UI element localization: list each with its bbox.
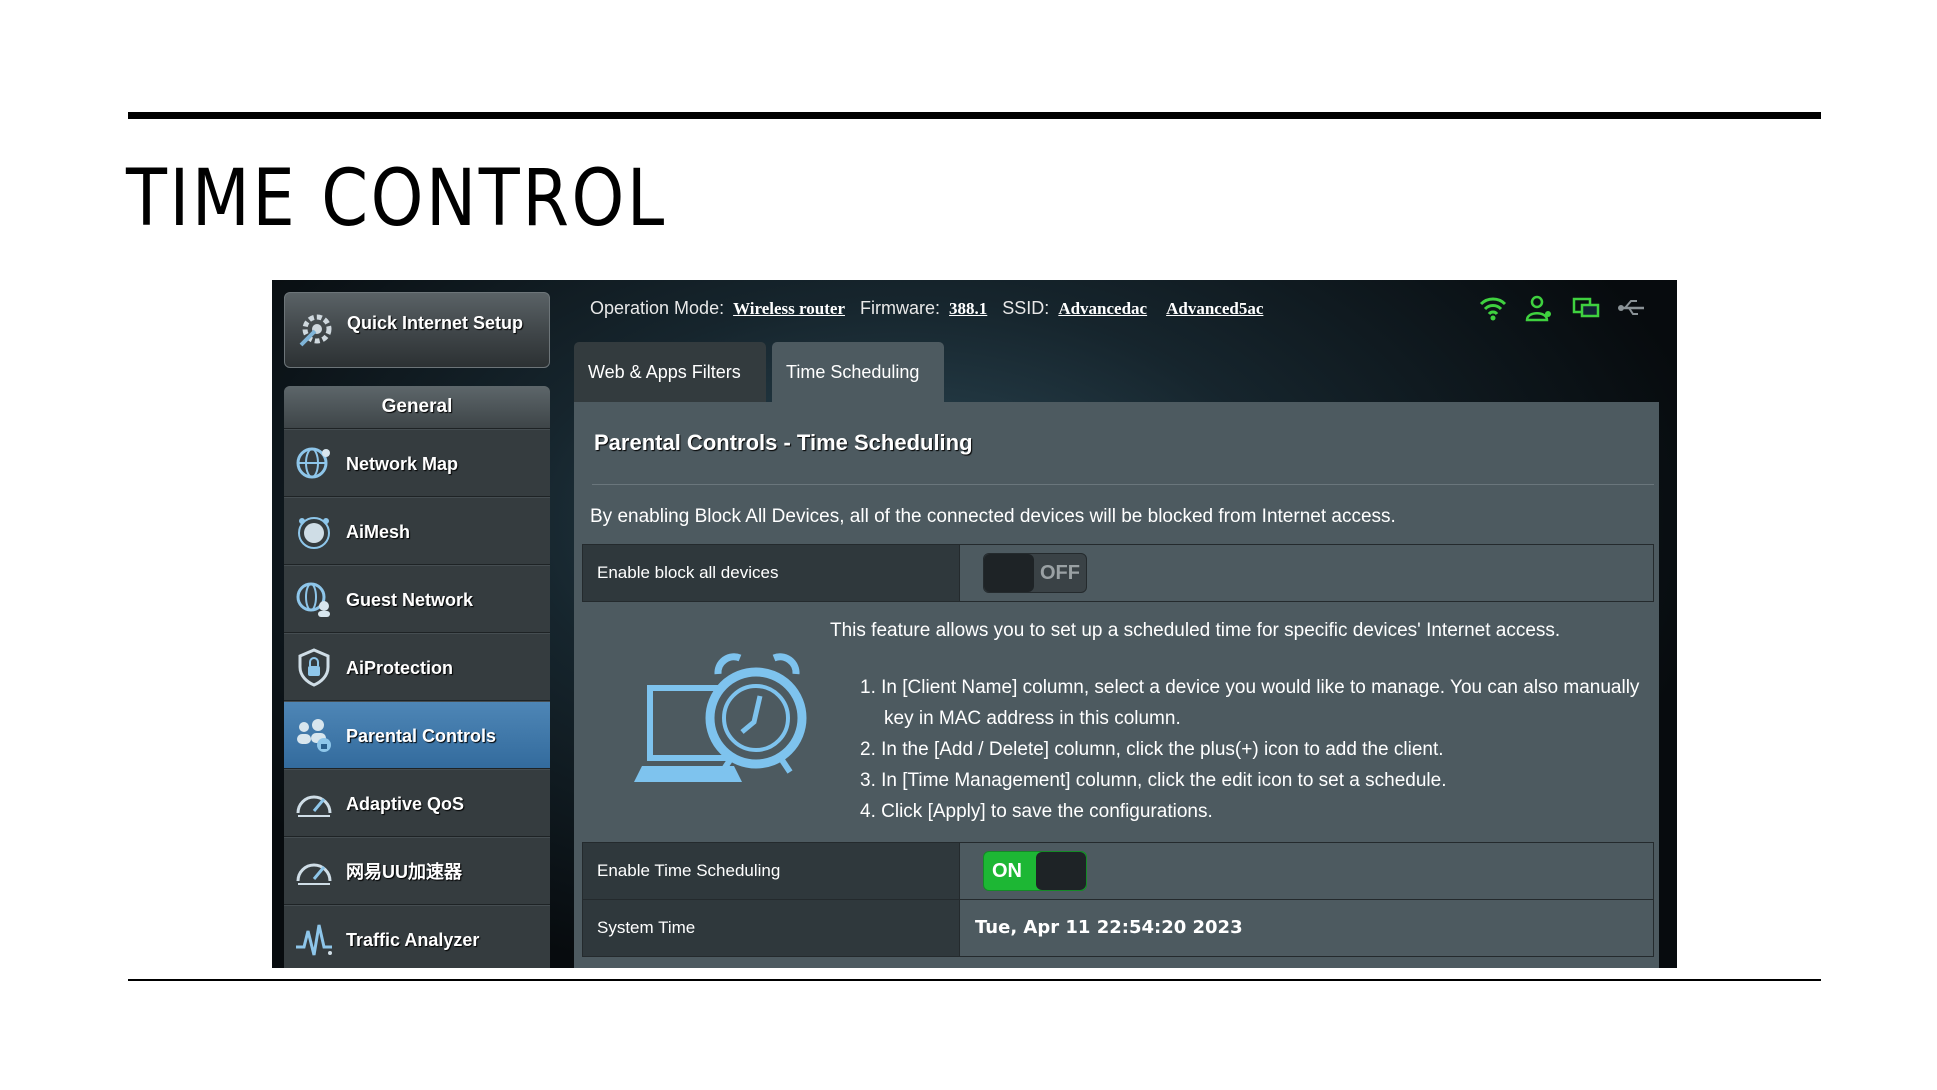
system-time-label: System Time [583,900,960,956]
time-scheduling-toggle[interactable]: ON [983,851,1087,891]
wifi-icon[interactable] [1478,294,1508,322]
sidebar-item-label: Network Map [346,454,459,474]
sidebar-item-label: Guest Network [346,590,474,610]
guest-network-icon [294,579,334,619]
devices-icon[interactable] [1571,294,1601,322]
speedometer-icon [294,851,334,891]
content-panel: Parental Controls - Time Scheduling By e… [574,402,1659,968]
tab-time-scheduling[interactable]: Time Scheduling [772,342,944,402]
firmware-link[interactable]: 388.1 [949,299,987,318]
status-icons [1466,294,1647,322]
family-lock-icon [294,715,334,755]
steps-list: 1. In [Client Name] column, select a dev… [860,672,1640,827]
operation-mode-link[interactable]: Wireless router [733,299,845,318]
shield-lock-icon [294,647,334,687]
toggle-knob [984,554,1034,592]
sidebar-item-label: 网易UU加速器 [346,862,462,882]
sidebar-item-traffic-analyzer[interactable]: Traffic Analyzer [284,905,550,968]
sidebar-item-label: Parental Controls [346,726,497,746]
list-item: 3. In [Time Management] column, click th… [860,770,1447,791]
block-all-row: Enable block all devices OFF [582,544,1654,602]
wand-gear-icon [295,307,339,351]
sidebar-item-uu-accelerator[interactable]: 网易UU加速器 [284,837,550,905]
traffic-analyzer-icon [294,919,334,959]
page-title: Parental Controls - Time Scheduling [594,430,973,455]
slide-title: TIME CONTROL [126,154,667,244]
title-divider [592,484,1654,485]
speedometer-icon [294,783,334,823]
top-rule [128,112,1821,119]
block-all-label: Enable block all devices [583,545,960,601]
globe-network-icon [294,443,334,483]
alarm-clock-icon [630,648,820,798]
sidebar-item-aiprotection[interactable]: AiProtection [284,633,550,701]
sidebar-menu: General Network Map AiMesh Guest Network… [284,386,550,968]
tab-web-apps-filters[interactable]: Web & Apps Filters [574,342,766,402]
ssid-link-2[interactable]: Advanced5ac [1166,299,1263,318]
sidebar-item-label: Traffic Analyzer [346,930,480,950]
sidebar-item-network-map[interactable]: Network Map [284,429,550,497]
feature-text: This feature allows you to set up a sche… [830,620,1561,641]
time-scheduling-row: Enable Time Scheduling ON [582,842,1654,900]
list-item: 2. In the [Add / Delete] column, click t… [860,739,1444,760]
quick-setup-label: Quick Internet Setup [347,313,524,333]
sidebar-item-label: AiMesh [346,522,411,542]
sidebar-item-label: Adaptive QoS [346,794,465,814]
sidebar-item-adaptive-qos[interactable]: Adaptive QoS [284,769,550,837]
firmware-label: Firmware: [860,298,941,318]
list-item: 1. In [Client Name] column, select a dev… [860,677,1640,729]
ssid-label: SSID: [1002,298,1050,318]
block-description: By enabling Block All Devices, all of th… [590,506,1396,527]
toggle-state: OFF [1040,562,1080,584]
time-scheduling-label: Enable Time Scheduling [583,843,960,899]
ssid-link-1[interactable]: Advancedac [1058,299,1147,318]
toggle-knob [1036,852,1086,890]
operation-mode-label: Operation Mode: [590,298,725,318]
list-item: 4. Click [Apply] to save the configurati… [860,801,1213,822]
status-bar: Operation Mode: Wireless router Firmware… [590,292,1273,324]
system-time-value: Tue, Apr 11 22:54:20 2023 [975,917,1243,938]
bottom-rule [128,979,1821,981]
router-screenshot: Quick Internet Setup General Network Map… [272,280,1677,968]
sidebar-item-guest-network[interactable]: Guest Network [284,565,550,633]
aimesh-icon [294,511,334,551]
usb-icon[interactable] [1617,294,1647,322]
sidebar-item-aimesh[interactable]: AiMesh [284,497,550,565]
sidebar-item-parental-controls[interactable]: Parental Controls [284,701,550,769]
quick-internet-setup-button[interactable]: Quick Internet Setup [284,292,550,368]
menu-section-general: General [284,386,550,429]
system-time-row: System Time Tue, Apr 11 22:54:20 2023 [582,899,1654,957]
block-all-toggle[interactable]: OFF [983,553,1087,593]
toggle-state: ON [992,860,1022,882]
users-icon[interactable] [1524,294,1554,322]
sidebar-item-label: AiProtection [346,658,454,678]
